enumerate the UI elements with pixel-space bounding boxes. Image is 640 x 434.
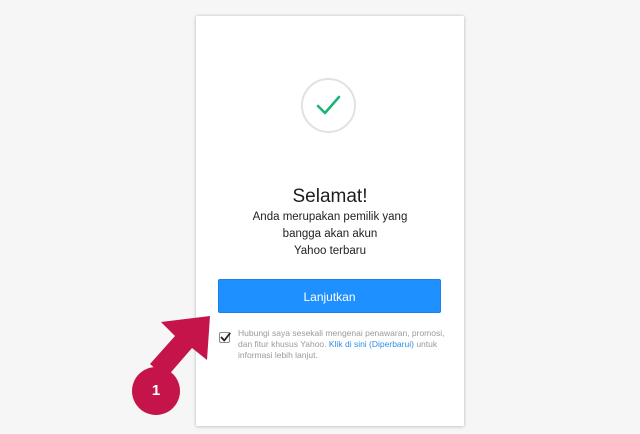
- annotation-callout: [132, 316, 210, 415]
- page: Selamat! Anda merupakan pemilik yang ban…: [0, 0, 640, 434]
- annotation-number: 1: [151, 382, 161, 399]
